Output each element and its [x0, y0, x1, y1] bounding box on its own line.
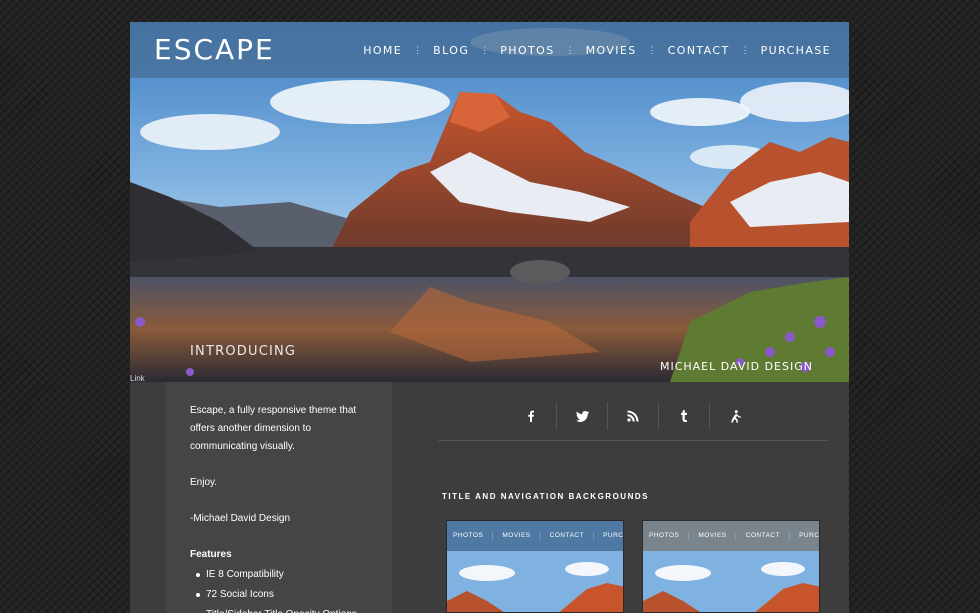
twitter-icon[interactable]: [557, 402, 608, 430]
section-divider: [438, 440, 828, 441]
feature-item: IE 8 Compatibility: [190, 565, 368, 585]
thumbnail-nav-item: CONTACT: [549, 532, 585, 539]
thumbnail-nav-item: PHOTOS: [453, 532, 484, 539]
features-heading: Features: [190, 549, 232, 560]
thumbnail-preview[interactable]: PHOTOS⋮ MOVIES⋮ CONTACT⋮ PURCHASE: [642, 520, 820, 613]
nav-separator: ⋮: [565, 45, 575, 55]
thumbnail-nav-item: CONTACT: [745, 532, 781, 539]
thumbnail-nav-item: MOVIES: [502, 532, 531, 539]
hero-link[interactable]: Link: [130, 374, 145, 382]
nav-contact-link[interactable]: CONTACT: [668, 44, 730, 57]
sidebar: Escape, a fully responsive theme that of…: [166, 382, 392, 613]
hero-banner: ESCAPE HOME ⋮ BLOG ⋮ PHOTOS ⋮ MOVIES ⋮ C…: [130, 22, 849, 382]
nav-purchase-link[interactable]: PURCHASE: [761, 44, 831, 57]
tumblr-icon[interactable]: [659, 402, 710, 430]
social-icons: [506, 402, 761, 430]
main-nav: HOME ⋮ BLOG ⋮ PHOTOS ⋮ MOVIES ⋮ CONTACT …: [363, 44, 831, 57]
site-logo[interactable]: ESCAPE: [154, 33, 275, 66]
nav-photos-link[interactable]: PHOTOS: [500, 44, 554, 57]
nav-blog-link[interactable]: BLOG: [433, 44, 469, 57]
nav-separator: ⋮: [647, 45, 657, 55]
thumbnail-nav-item: PURCHASE: [799, 532, 820, 539]
thumbnail-nav-item: MOVIES: [698, 532, 727, 539]
thumbnail-nav-item: PHOTOS: [649, 532, 680, 539]
header-bar: ESCAPE HOME ⋮ BLOG ⋮ PHOTOS ⋮ MOVIES ⋮ C…: [130, 22, 849, 78]
section-title: TITLE AND NAVIGATION BACKGROUNDS: [442, 492, 649, 501]
sidebar-signature: -Michael David Design: [190, 513, 291, 524]
nav-home-link[interactable]: HOME: [363, 44, 402, 57]
nav-separator: ⋮: [740, 45, 750, 55]
hero-credit-text: MICHAEL DAVID DESIGN: [659, 360, 813, 373]
sidebar-intro: Escape, a fully responsive theme that of…: [190, 405, 357, 452]
nav-separator: ⋮: [413, 45, 423, 55]
nav-movies-link[interactable]: MOVIES: [586, 44, 637, 57]
thumbnail-nav-item: PURCHASE: [603, 532, 624, 539]
feature-item: Title/Sidebar Title Opacity Options: [190, 605, 368, 613]
hero-intro-text: INTRODUCING: [190, 344, 297, 359]
thumbnail-nav: PHOTOS⋮ MOVIES⋮ CONTACT⋮ PURCHASE: [649, 532, 820, 540]
thumbnail-nav: PHOTOS⋮ MOVIES⋮ CONTACT⋮ PURCHASE: [453, 532, 624, 540]
sidebar-enjoy: Enjoy.: [190, 477, 218, 488]
delicious-icon[interactable]: [710, 402, 761, 430]
rss-icon[interactable]: [608, 402, 659, 430]
thumbnail-preview[interactable]: PHOTOS⋮ MOVIES⋮ CONTACT⋮ PURCHASE: [446, 520, 624, 613]
page-container: ESCAPE HOME ⋮ BLOG ⋮ PHOTOS ⋮ MOVIES ⋮ C…: [130, 22, 849, 613]
feature-item: 72 Social Icons: [190, 585, 368, 605]
facebook-icon[interactable]: [506, 402, 557, 430]
nav-separator: ⋮: [480, 45, 490, 55]
features-list: IE 8 Compatibility 72 Social Icons Title…: [190, 565, 368, 613]
